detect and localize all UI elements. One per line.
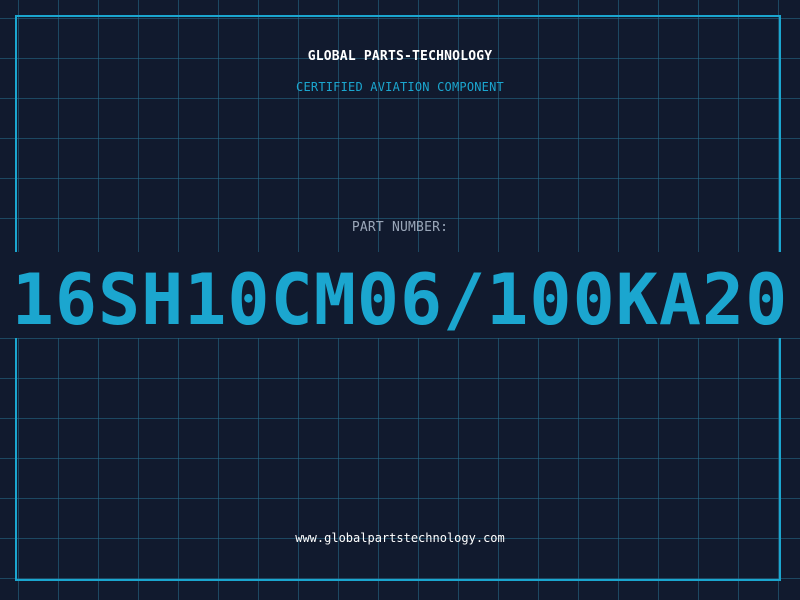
part-number-label: PART NUMBER: — [351, 220, 449, 235]
company-name: GLOBAL PARTS-TECHNOLOGY — [307, 49, 493, 64]
website-url[interactable]: www.globalpartstechnology.com — [0, 531, 800, 545]
part-number-value: 16SH10CM06/100KA20 — [11, 259, 789, 341]
certification-tagline: CERTIFIED AVIATION COMPONENT — [296, 80, 504, 94]
certificate-canvas: GLOBAL PARTS-TECHNOLOGY CERTIFIED AVIATI… — [0, 0, 800, 600]
